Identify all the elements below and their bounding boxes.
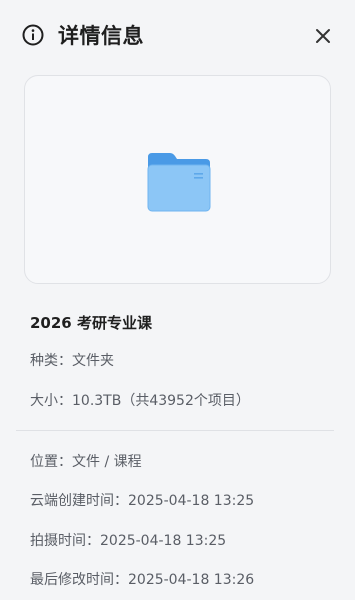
shot-time-label: 拍摄时间： [30, 533, 100, 549]
cloud-created-value: 2025-04-18 13:25 [128, 493, 255, 509]
modified-time-row: 最后修改时间：2025-04-18 13:26 [30, 569, 254, 589]
cloud-created-row: 云端创建时间：2025-04-18 13:25 [30, 490, 254, 510]
location-value: 文件 / 课程 [72, 454, 142, 470]
cloud-created-label: 云端创建时间： [30, 493, 128, 509]
modified-time-label: 最后修改时间： [30, 572, 128, 588]
type-value: 文件夹 [72, 353, 114, 369]
type-row: 种类：文件夹 [30, 350, 114, 370]
close-icon[interactable] [311, 24, 335, 48]
details-header: 详情信息 [0, 0, 355, 70]
size-row: 大小：10.3TB（共43952个项目） [30, 390, 250, 410]
location-row: 位置：文件 / 课程 [30, 451, 142, 471]
info-circle-icon [22, 24, 44, 46]
divider [16, 430, 334, 431]
shot-time-row: 拍摄时间：2025-04-18 13:25 [30, 530, 226, 550]
shot-time-value: 2025-04-18 13:25 [100, 533, 227, 549]
file-name: 2026 考研专业课 [30, 314, 152, 332]
folder-icon [147, 153, 211, 212]
size-value: 10.3TB（共43952个项目） [72, 393, 250, 409]
modified-time-value: 2025-04-18 13:26 [128, 572, 255, 588]
size-label: 大小： [30, 393, 72, 409]
location-label: 位置： [30, 454, 72, 470]
type-label: 种类： [30, 353, 72, 369]
preview-card [24, 75, 331, 284]
page-title: 详情信息 [58, 24, 144, 48]
